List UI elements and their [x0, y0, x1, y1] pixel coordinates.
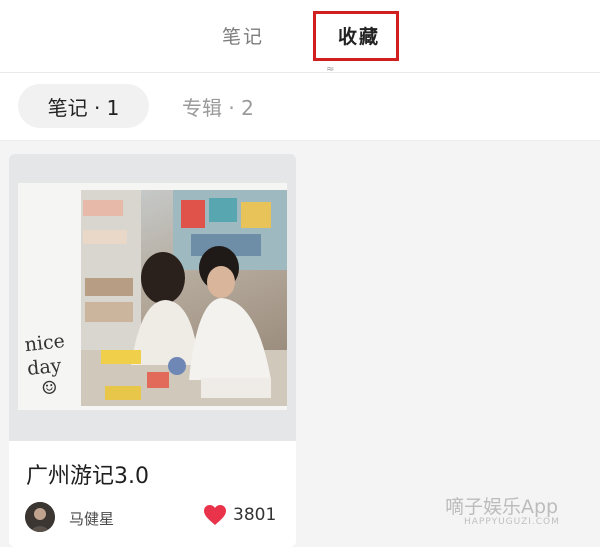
- watermark-subtext: HAPPYUGUZI.COM: [464, 517, 560, 527]
- filter-albums-pill[interactable]: 专辑 · 2: [182, 84, 254, 128]
- top-tab-bar: 笔记 收藏 ≈: [0, 0, 600, 75]
- cover-photo-illustration: [81, 190, 287, 406]
- cover-photo: [81, 190, 287, 406]
- highlight-annotation-box: [313, 11, 399, 61]
- author-name[interactable]: 马健星: [69, 508, 114, 529]
- like-count: 3801: [233, 505, 277, 525]
- watermark-text: 嘀子娱乐App: [445, 496, 559, 518]
- heart-icon: [204, 505, 226, 525]
- note-card[interactable]: nice day ☺ 广州游记3.0 马健星 3801: [9, 154, 296, 547]
- avatar[interactable]: [25, 502, 55, 532]
- smile-icon: ☺: [40, 377, 59, 400]
- polaroid-frame: nice day ☺: [17, 182, 288, 411]
- card-title: 广州游记3.0: [26, 464, 149, 489]
- tab-notes[interactable]: 笔记: [222, 22, 264, 49]
- filter-bar: 笔记 · 1 专辑 · 2: [0, 73, 600, 141]
- filter-notes-pill[interactable]: 笔记 · 1: [18, 84, 149, 128]
- like-button[interactable]: 3801: [203, 504, 276, 526]
- card-cover: nice day ☺: [9, 154, 296, 441]
- handwritten-nice-day: nice day ☺: [24, 330, 71, 401]
